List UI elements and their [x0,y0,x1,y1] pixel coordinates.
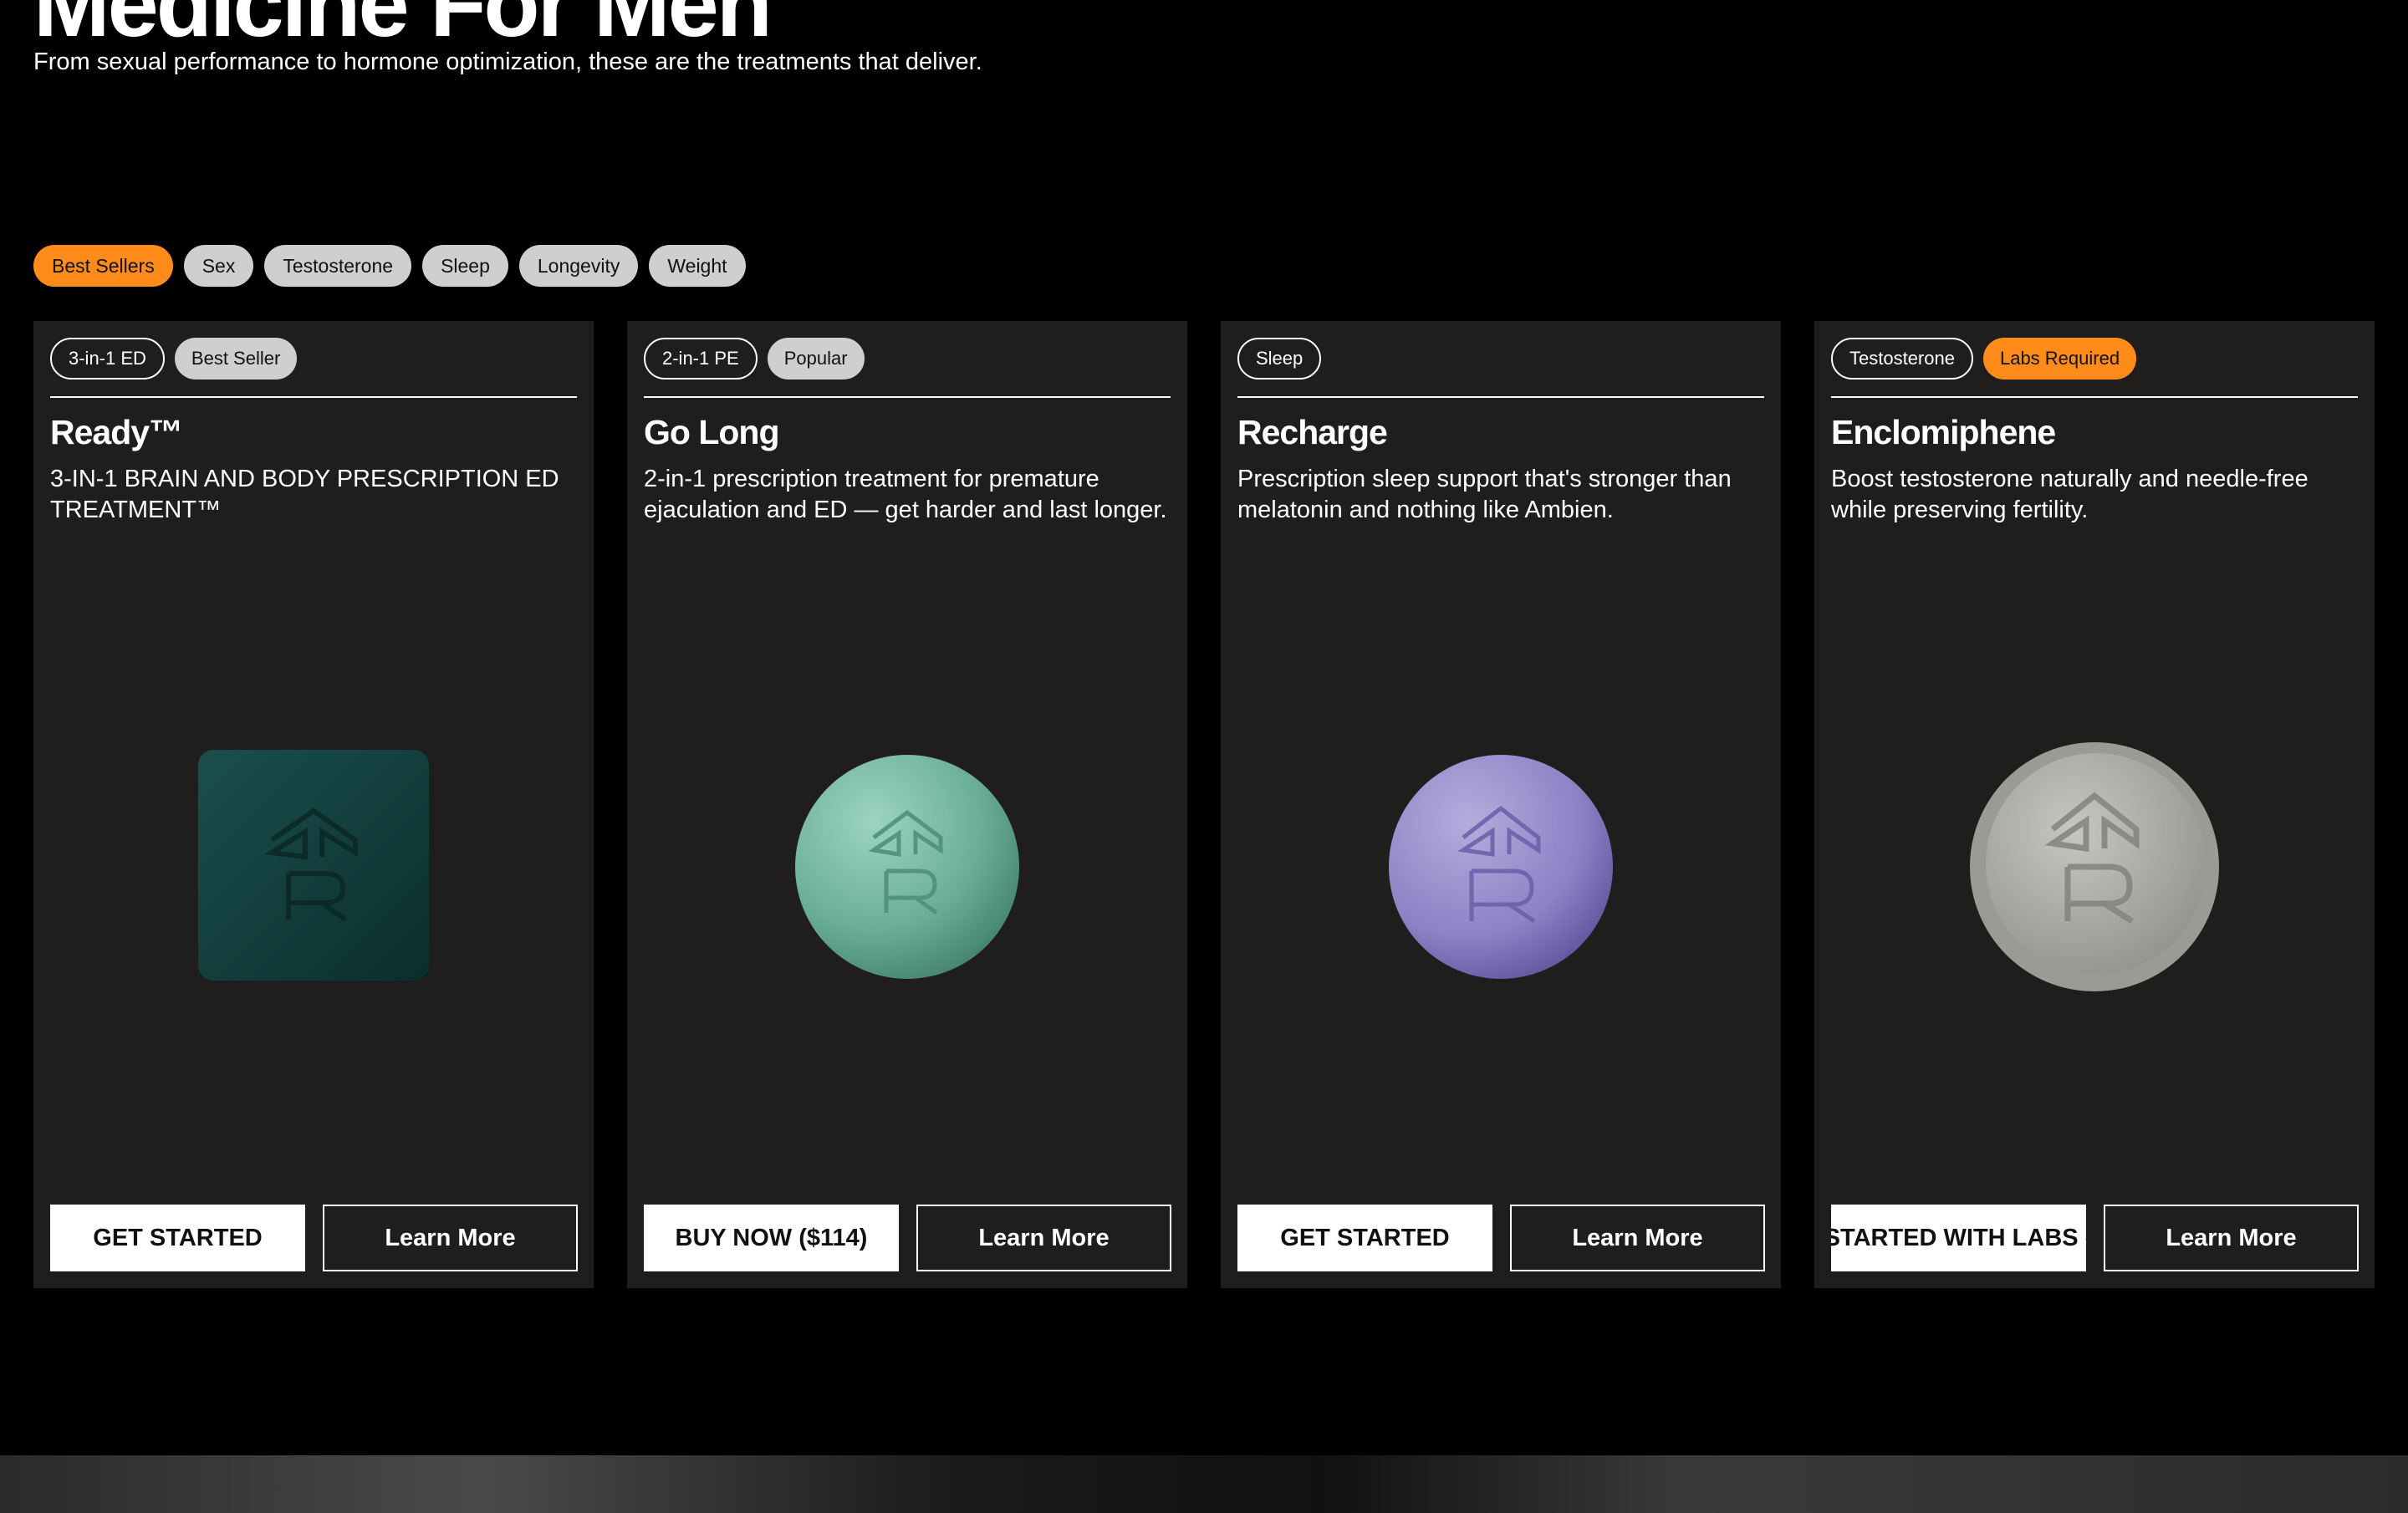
card-divider [50,396,577,398]
card-actions: GET STARTED Learn More [1237,1205,1765,1271]
product-pill-image [627,754,1187,980]
card-tag: 3-in-1 ED [50,338,165,380]
card-title: Recharge [1237,413,1388,451]
card-tags: 3-in-1 ED Best Seller [50,338,577,380]
card-title: Ready™ [50,413,183,451]
card-description: 2-in-1 prescription treatment for premat… [644,466,1167,523]
filter-longevity[interactable]: Longevity [518,245,639,287]
product-card-enclomiphene: Testosterone Labs Required Enclomiphene … [1814,321,2375,1288]
filter-sleep[interactable]: Sleep [422,245,508,287]
product-pill-image [1221,754,1781,980]
card-tags: Testosterone Labs Required [1831,338,2358,380]
card-tag: Sleep [1237,338,1322,380]
page-subtitle: From sexual performance to hormone optim… [33,48,982,75]
category-filter-bar: Best Sellers Sex Testosterone Sleep Long… [33,245,746,287]
get-started-with-labs-button[interactable]: STARTED WITH LABS - [1831,1205,2086,1271]
card-tag: Best Seller [174,338,298,380]
product-card-ready: 3-in-1 ED Best Seller Ready™ 3-IN-1 BRAI… [33,321,594,1288]
card-tags: Sleep [1237,338,1764,380]
card-actions: STARTED WITH LABS - Learn More [1831,1205,2359,1271]
filter-testosterone[interactable]: Testosterone [264,245,412,287]
product-card-list: 3-in-1 ED Best Seller Ready™ 3-IN-1 BRAI… [33,321,2375,1288]
card-tag: Testosterone [1831,338,1973,380]
card-title: Enclomiphene [1831,413,2056,451]
card-description: Boost testosterone naturally and needle-… [1831,466,2309,523]
filter-best-sellers[interactable]: Best Sellers [33,245,173,287]
card-title: Go Long [644,413,780,451]
card-actions: BUY NOW ($114) Learn More [644,1205,1171,1271]
hero-photo-banner [0,1455,2408,1513]
card-description: Prescription sleep support that's strong… [1237,466,1732,523]
buy-now-button[interactable]: BUY NOW ($114) [644,1205,899,1271]
filter-weight[interactable]: Weight [649,245,746,287]
product-pill-image [1814,741,2375,992]
card-tags: 2-in-1 PE Popular [644,338,1171,380]
card-actions: GET STARTED Learn More [50,1205,578,1271]
filter-sex[interactable]: Sex [183,245,254,287]
card-divider [1831,396,2358,398]
card-tag: Popular [767,338,865,380]
card-description: 3-IN-1 BRAIN AND BODY PRESCRIPTION ED TR… [50,466,559,523]
learn-more-button[interactable]: Learn More [2104,1205,2359,1271]
learn-more-button[interactable]: Learn More [916,1205,1171,1271]
learn-more-button[interactable]: Learn More [323,1205,578,1271]
get-started-button[interactable]: GET STARTED [50,1205,305,1271]
card-divider [644,396,1171,398]
card-tag: 2-in-1 PE [644,338,758,380]
learn-more-button[interactable]: Learn More [1510,1205,1765,1271]
product-card-recharge: Sleep Recharge Prescription sleep suppor… [1221,321,1781,1288]
get-started-button[interactable]: GET STARTED [1237,1205,1492,1271]
card-divider [1237,396,1764,398]
product-card-go-long: 2-in-1 PE Popular Go Long 2-in-1 prescri… [627,321,1187,1288]
product-pill-image [33,748,594,982]
card-tag: Labs Required [1982,338,2137,380]
